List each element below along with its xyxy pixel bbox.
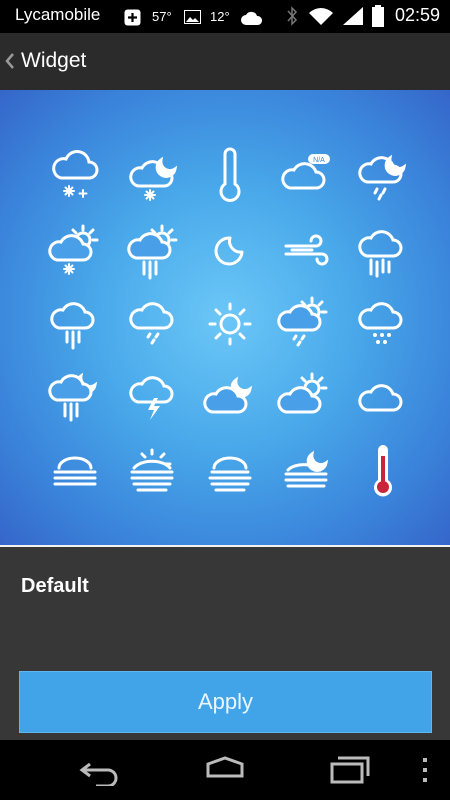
night-heavy-rain-icon [48, 372, 98, 422]
widget-preview: N/A [0, 90, 450, 545]
wifi-icon [309, 8, 333, 25]
windy-rain-icon [358, 230, 403, 278]
bluetooth-icon [287, 6, 298, 26]
sun-icon [208, 302, 252, 346]
partly-cloudy-night-snow-icon [129, 156, 178, 201]
cloud-icon [358, 384, 403, 412]
status-bar: Lycamobile 57° 12° 02:59 [0, 0, 450, 33]
fog-icon [53, 456, 97, 486]
sun-cloud-showers-icon [277, 296, 328, 347]
night-showers-icon [358, 154, 407, 201]
temperature-reading-1: 57° [152, 9, 172, 24]
night-haze-icon [284, 450, 329, 488]
home-icon[interactable] [200, 754, 250, 786]
action-bar: Widget [0, 33, 450, 90]
sun-haze-icon [130, 448, 174, 492]
thunderstorm-icon [129, 376, 174, 420]
apply-button[interactable]: Apply [19, 671, 432, 733]
plus-notification-icon [124, 9, 141, 26]
battery-icon [372, 5, 384, 27]
rain-heavy-icon [50, 302, 95, 350]
wind-icon [284, 234, 329, 266]
menu-icon[interactable] [420, 758, 430, 784]
image-icon [184, 10, 201, 24]
moon-icon [214, 236, 244, 266]
light-showers-icon [129, 302, 174, 345]
hot-thermometer-icon [374, 445, 392, 497]
partly-cloudy-night-icon [203, 376, 253, 414]
cloud-na-icon: N/A [281, 154, 330, 190]
temperature-reading-2: 12° [210, 9, 230, 24]
cloud-haze-icon [208, 456, 252, 492]
hail-icon [358, 302, 403, 344]
chevron-left-icon[interactable] [2, 49, 18, 73]
partly-cloudy-day-icon [277, 372, 328, 414]
carrier-label: Lycamobile [15, 5, 101, 24]
back-icon[interactable] [76, 754, 124, 786]
recent-apps-icon[interactable] [328, 754, 372, 786]
page-title[interactable]: Widget [21, 49, 86, 73]
theme-panel: Default Apply [0, 545, 450, 742]
thermometer-icon [219, 147, 241, 202]
theme-name: Default [21, 575, 89, 597]
snow-cloud-icon [52, 150, 99, 198]
navigation-bar [0, 740, 450, 800]
clock: 02:59 [394, 5, 440, 25]
na-label: N/A [313, 157, 325, 164]
signal-icon [343, 7, 363, 25]
weather-cloud-icon [241, 11, 263, 25]
sun-cloud-heavy-rain-icon [127, 224, 178, 280]
sun-cloud-snow-icon [48, 224, 99, 275]
